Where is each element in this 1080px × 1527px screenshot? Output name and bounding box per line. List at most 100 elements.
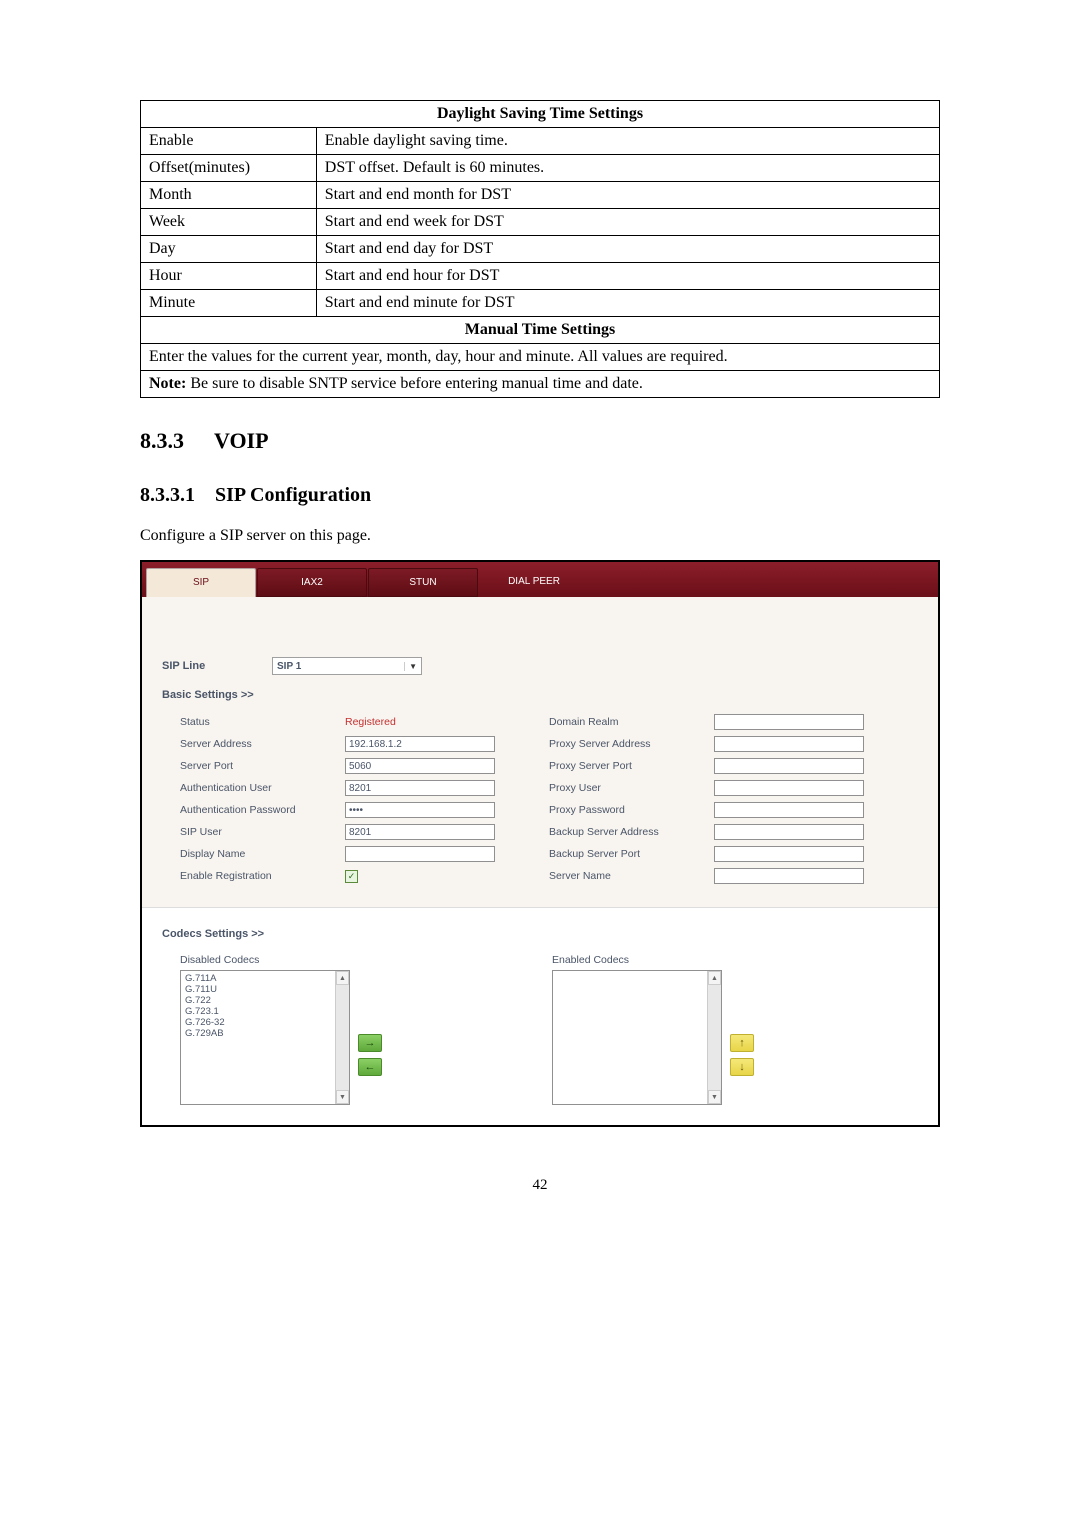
dst-row-desc: Start and end week for DST <box>316 209 939 236</box>
text-input[interactable] <box>345 846 495 862</box>
dst-row-label: Month <box>141 182 317 209</box>
sip-line-select[interactable]: SIP 1 ▼ <box>272 657 422 675</box>
sip-line-value: SIP 1 <box>277 661 301 672</box>
scrollbar[interactable]: ▲ ▼ <box>335 971 349 1104</box>
dst-row-label: Minute <box>141 290 317 317</box>
scroll-down-icon[interactable]: ▼ <box>336 1090 349 1104</box>
field-label: SIP User <box>180 826 345 838</box>
scroll-up-icon[interactable]: ▲ <box>708 971 721 985</box>
text-input[interactable] <box>714 846 864 862</box>
basic-settings-title: Basic Settings >> <box>162 689 918 701</box>
text-input[interactable] <box>714 780 864 796</box>
dst-row-label: Day <box>141 236 317 263</box>
field-label: Backup Server Port <box>549 848 714 860</box>
field-label: Domain Realm <box>549 716 714 728</box>
subsection-heading-sip-config: 8.3.3.1SIP Configuration <box>140 484 940 507</box>
scrollbar[interactable]: ▲ ▼ <box>707 971 721 1104</box>
disabled-codecs-listbox[interactable]: G.711AG.711UG.722G.723.1G.726-32G.729AB … <box>180 970 350 1105</box>
settings-row: Authentication Password•••• <box>180 799 549 821</box>
settings-row: Proxy Server Address <box>549 733 918 755</box>
manual-time-desc: Enter the values for the current year, m… <box>141 344 940 371</box>
move-down-button[interactable]: ↓ <box>730 1058 754 1076</box>
checkbox-input[interactable]: ✓ <box>345 870 358 883</box>
settings-row: Server Port5060 <box>180 755 549 777</box>
settings-row: Server Address192.168.1.2 <box>180 733 549 755</box>
dst-settings-table: Daylight Saving Time Settings EnableEnab… <box>140 100 940 398</box>
dst-row-label: Week <box>141 209 317 236</box>
field-label: Proxy User <box>549 782 714 794</box>
dst-table-header: Daylight Saving Time Settings <box>141 101 940 128</box>
settings-row: StatusRegistered <box>180 711 549 733</box>
codec-item[interactable]: G.722 <box>185 995 345 1006</box>
settings-row: Domain Realm <box>549 711 918 733</box>
scroll-up-icon[interactable]: ▲ <box>336 971 349 985</box>
voip-tabs: SIP IAX2 STUN DIAL PEER <box>142 562 938 597</box>
tab-iax2[interactable]: IAX2 <box>257 568 367 597</box>
codec-item[interactable]: G.711U <box>185 984 345 995</box>
chevron-down-icon: ▼ <box>404 662 417 671</box>
settings-row: Display Name <box>180 843 549 865</box>
dst-row-label: Offset(minutes) <box>141 155 317 182</box>
settings-row: Backup Server Address <box>549 821 918 843</box>
field-label: Server Address <box>180 738 345 750</box>
enabled-codecs-listbox[interactable]: ▲ ▼ <box>552 970 722 1105</box>
basic-settings-grid: StatusRegisteredServer Address192.168.1.… <box>162 711 918 897</box>
text-input[interactable] <box>714 714 864 730</box>
settings-row: Proxy User <box>549 777 918 799</box>
field-label: Display Name <box>180 848 345 860</box>
text-input[interactable] <box>714 868 864 884</box>
tab-sip[interactable]: SIP <box>146 568 256 597</box>
scroll-down-icon[interactable]: ▼ <box>708 1090 721 1104</box>
text-input[interactable]: 8201 <box>345 780 495 796</box>
enabled-codecs-label: Enabled Codecs <box>552 954 722 966</box>
dst-row-label: Hour <box>141 263 317 290</box>
section-heading-voip: 8.3.3VOIP <box>140 428 940 454</box>
settings-row: Proxy Password <box>549 799 918 821</box>
move-right-button[interactable]: → <box>358 1034 382 1052</box>
text-input[interactable] <box>714 802 864 818</box>
settings-row: Backup Server Port <box>549 843 918 865</box>
text-input[interactable]: 5060 <box>345 758 495 774</box>
text-input[interactable]: 192.168.1.2 <box>345 736 495 752</box>
tab-dial-peer[interactable]: DIAL PEER <box>479 568 589 597</box>
page-number: 42 <box>140 1177 940 1194</box>
codec-item[interactable]: G.711A <box>185 973 345 984</box>
settings-row: Authentication User8201 <box>180 777 549 799</box>
move-left-button[interactable]: ← <box>358 1058 382 1076</box>
dst-row-desc: Start and end hour for DST <box>316 263 939 290</box>
sip-line-label: SIP Line <box>162 660 272 672</box>
field-label: Enable Registration <box>180 870 345 882</box>
status-value: Registered <box>345 716 396 728</box>
sip-config-intro: Configure a SIP server on this page. <box>140 527 940 545</box>
tab-stun[interactable]: STUN <box>368 568 478 597</box>
field-label: Proxy Password <box>549 804 714 816</box>
dst-row-desc: DST offset. Default is 60 minutes. <box>316 155 939 182</box>
text-input[interactable] <box>714 758 864 774</box>
codecs-settings-title: Codecs Settings >> <box>162 928 918 940</box>
manual-time-note: Note: Be sure to disable SNTP service be… <box>141 371 940 398</box>
text-input[interactable] <box>714 736 864 752</box>
codec-item[interactable]: G.723.1 <box>185 1006 345 1017</box>
field-label: Authentication User <box>180 782 345 794</box>
field-label: Server Name <box>549 870 714 882</box>
field-label: Proxy Server Port <box>549 760 714 772</box>
text-input[interactable] <box>714 824 864 840</box>
field-label: Authentication Password <box>180 804 345 816</box>
dst-row-desc: Start and end minute for DST <box>316 290 939 317</box>
disabled-codecs-label: Disabled Codecs <box>180 954 350 966</box>
settings-row: SIP User8201 <box>180 821 549 843</box>
move-up-button[interactable]: ↑ <box>730 1034 754 1052</box>
field-label: Server Port <box>180 760 345 772</box>
codec-item[interactable]: G.729AB <box>185 1028 345 1039</box>
settings-row: Server Name <box>549 865 918 887</box>
settings-row: Proxy Server Port <box>549 755 918 777</box>
dst-row-label: Enable <box>141 128 317 155</box>
codec-item[interactable]: G.726-32 <box>185 1017 345 1028</box>
dst-row-desc: Enable daylight saving time. <box>316 128 939 155</box>
text-input[interactable]: 8201 <box>345 824 495 840</box>
dst-row-desc: Start and end month for DST <box>316 182 939 209</box>
dst-row-desc: Start and end day for DST <box>316 236 939 263</box>
text-input[interactable]: •••• <box>345 802 495 818</box>
field-label: Proxy Server Address <box>549 738 714 750</box>
voip-config-panel: SIP IAX2 STUN DIAL PEER SIP Line SIP 1 ▼… <box>140 560 940 1127</box>
